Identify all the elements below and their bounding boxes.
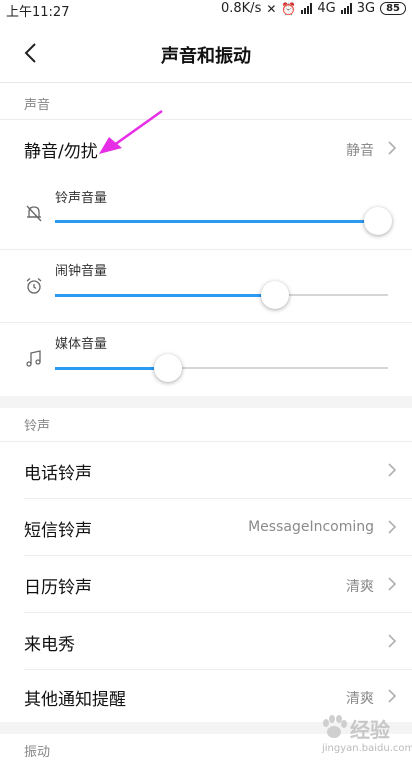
chevron-right-icon <box>388 577 397 591</box>
chevron-right-icon <box>388 520 397 534</box>
alarm-volume-row: 闹钟音量 <box>0 250 412 322</box>
row-value: 清爽 <box>346 691 374 707</box>
annotation-arrow-icon <box>99 109 163 154</box>
dnd-icon: ✕ <box>266 1 277 16</box>
slider-knob[interactable] <box>260 281 289 309</box>
section-label-vibration: 振动 <box>24 745 51 760</box>
slider-knob[interactable] <box>364 207 392 235</box>
ring-volume-row: 铃声音量 <box>0 177 412 249</box>
media-volume-slider[interactable] <box>55 354 388 382</box>
caller-show-row[interactable]: 来电秀 <box>0 613 412 669</box>
slider-fill <box>55 219 378 223</box>
sim1-network: 4G <box>317 1 336 16</box>
signal-2-icon <box>340 3 352 14</box>
row-value: MessageIncoming <box>248 519 374 535</box>
slider-fill <box>55 366 169 370</box>
chevron-right-icon <box>388 463 397 477</box>
chevron-right-icon <box>388 634 397 648</box>
watermark: 经验 jingyan.baidu.com <box>316 712 412 760</box>
sms-ringtone-row[interactable]: 短信铃声 MessageIncoming <box>0 499 412 555</box>
header-bar: 声音和振动 <box>0 28 412 80</box>
volume-label: 闹钟音量 <box>55 264 108 279</box>
chevron-right-icon <box>388 141 397 155</box>
row-label: 来电秀 <box>24 635 75 655</box>
phone-ringtone-row[interactable]: 电话铃声 <box>0 442 412 498</box>
calendar-ringtone-row[interactable]: 日历铃声 清爽 <box>0 556 412 612</box>
music-note-icon <box>26 350 41 367</box>
row-label: 日历铃声 <box>24 578 92 598</box>
section-label-sound: 声音 <box>24 98 51 113</box>
network-speed: 0.8K/s <box>220 1 262 16</box>
row-value: 清爽 <box>346 579 374 595</box>
row-label: 电话铃声 <box>24 464 92 484</box>
section-label-ringtone: 铃声 <box>24 419 51 434</box>
row-label: 短信铃声 <box>24 521 92 541</box>
slider-knob[interactable] <box>154 354 183 382</box>
ring-volume-slider[interactable] <box>55 207 392 235</box>
volume-label: 媒体音量 <box>55 337 108 352</box>
muted-bell-icon <box>26 205 42 222</box>
signal-1-icon <box>301 3 313 14</box>
header-divider <box>0 82 412 83</box>
row-label: 其他通知提醒 <box>24 690 126 710</box>
chevron-right-icon <box>388 689 397 703</box>
media-volume-row: 媒体音量 <box>0 323 412 395</box>
section-separator <box>0 396 412 408</box>
silent-dnd-row[interactable]: 静音/勿扰 静音 <box>0 120 412 176</box>
alarm-volume-slider[interactable] <box>55 281 388 309</box>
slider-fill <box>55 293 275 297</box>
alarm-clock-icon <box>26 278 42 294</box>
silent-dnd-value: 静音 <box>346 143 374 159</box>
watermark-url: jingyan.baidu.com <box>322 743 412 754</box>
watermark-text: 经验 <box>350 720 390 742</box>
alarm-icon: ⏰ <box>281 1 297 16</box>
status-time: 上午11:27 <box>6 5 70 20</box>
paw-logo-icon <box>323 715 347 738</box>
status-bar: 上午11:27 0.8K/s ✕ ⏰ 4G 3G 85 <box>0 0 412 20</box>
page-title: 声音和振动 <box>161 46 251 67</box>
silent-dnd-label: 静音/勿扰 <box>24 142 98 162</box>
battery-indicator: 85 <box>380 2 406 15</box>
volume-label: 铃声音量 <box>55 191 108 206</box>
sim2-network: 3G <box>356 1 376 16</box>
